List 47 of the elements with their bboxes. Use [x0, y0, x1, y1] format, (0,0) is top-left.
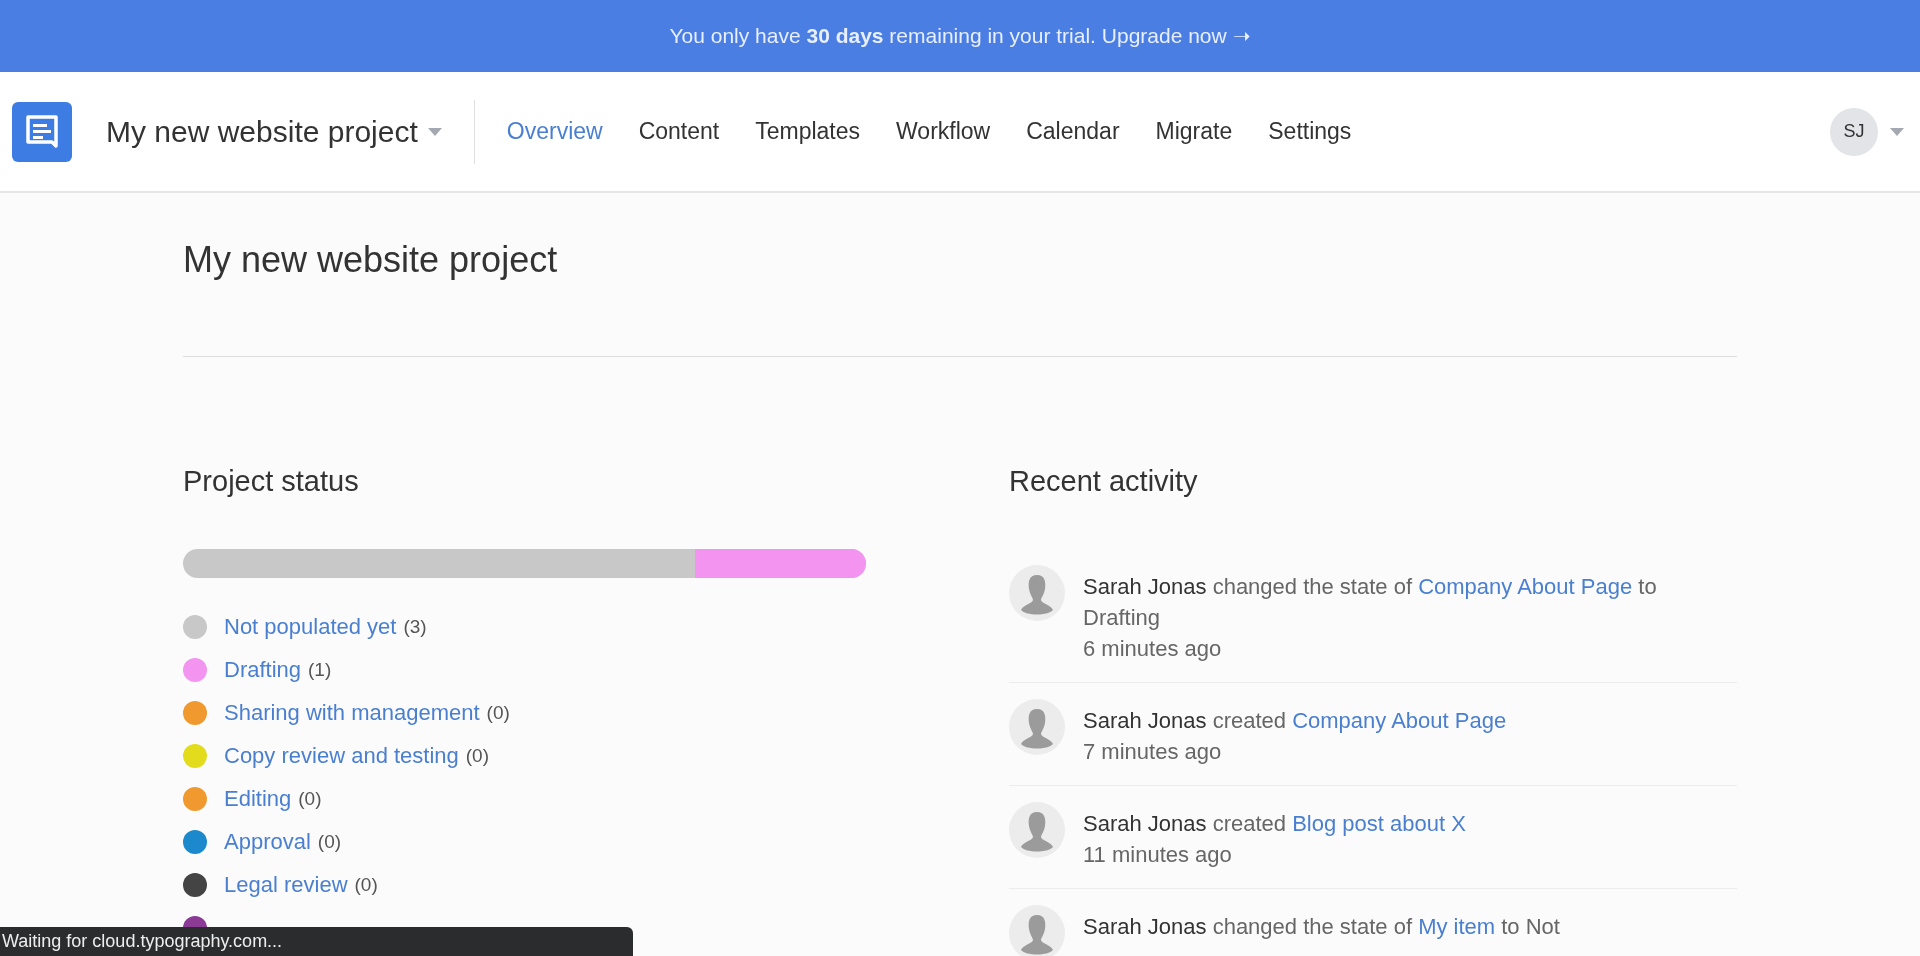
- item-link[interactable]: Blog post about X: [1292, 811, 1466, 836]
- activity-text: Sarah Jonas changed the state of Company About Page to Drafting: [1083, 573, 1658, 632]
- section-title: Recent activity: [1009, 465, 1199, 498]
- status-link[interactable]: Approval: [224, 829, 311, 855]
- status-text: Waiting for cloud.typography.com...: [2, 931, 283, 952]
- status-link[interactable]: Not populated yet: [224, 614, 397, 640]
- trial-banner[interactable]: You only have 30 days remaining in your trial. Upgrade now ➝: [0, 0, 1920, 72]
- item-link[interactable]: Company About Page: [1292, 708, 1507, 733]
- status-count: (0): [317, 831, 342, 853]
- status-count: (0): [354, 874, 378, 896]
- status-count: (0): [465, 745, 490, 767]
- page-title: My new website project: [183, 239, 559, 281]
- avatar-silhouette-icon: [1009, 699, 1065, 755]
- nav-tab[interactable]: Settings: [1268, 118, 1352, 145]
- activity-time: 7 minutes ago: [1083, 738, 1223, 766]
- activity-time: 11 minutes ago: [1083, 841, 1233, 869]
- nav-tab[interactable]: Overview: [506, 118, 603, 145]
- nav-tab[interactable]: Calendar: [1026, 118, 1120, 145]
- status-link[interactable]: Legal review: [224, 872, 348, 898]
- caret-icon[interactable]: [1890, 127, 1904, 136]
- nav-tab[interactable]: Migrate: [1155, 118, 1233, 145]
- avatar-silhouette-icon: [1009, 565, 1065, 621]
- status-link[interactable]: Copy review and testing: [224, 743, 459, 769]
- avatar-silhouette-icon: [1009, 802, 1065, 858]
- activity-text: Sarah Jonas changed the state of My item to Not: [1083, 913, 1560, 941]
- activity-text: Sarah Jonas created Blog post about X: [1083, 810, 1466, 838]
- status-link[interactable]: Editing: [224, 786, 292, 812]
- section-title: Project status: [183, 465, 360, 498]
- activity-time: 6 minutes ago: [1083, 635, 1223, 663]
- status-link[interactable]: Sharing with management: [224, 700, 480, 726]
- status-count: (1): [308, 659, 332, 681]
- caret-icon[interactable]: [427, 127, 442, 136]
- status-count: (0): [298, 788, 322, 810]
- status-count: (0): [486, 702, 510, 724]
- nav-tab[interactable]: Templates: [755, 118, 861, 145]
- logo-icon[interactable]: [12, 101, 72, 162]
- nav-tab[interactable]: Workflow: [896, 118, 991, 145]
- item-link[interactable]: My item: [1418, 914, 1496, 939]
- status-link[interactable]: Drafting: [224, 657, 302, 683]
- trial-banner-text[interactable]: You only have 30 days remaining in your trial. Upgrade now ➝: [669, 24, 1251, 48]
- project-switcher[interactable]: My new website project: [106, 114, 418, 149]
- nav-tab[interactable]: Content: [638, 118, 720, 145]
- activity-text: Sarah Jonas created Company About Page: [1083, 707, 1507, 735]
- avatar-silhouette-icon: [1009, 905, 1065, 956]
- status-count: (3): [403, 616, 427, 638]
- item-link[interactable]: Company About Page: [1418, 574, 1633, 599]
- user-avatar[interactable]: SJ: [1830, 107, 1878, 156]
